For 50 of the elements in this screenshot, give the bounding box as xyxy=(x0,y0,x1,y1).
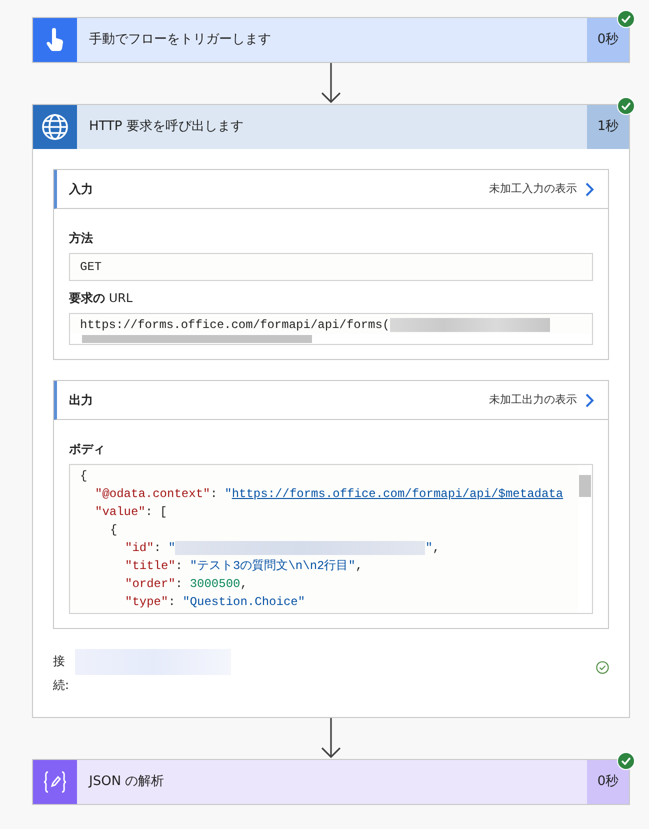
duration-label: 0秒 xyxy=(587,760,629,804)
connection-label: 接続: xyxy=(53,653,67,694)
json-key: "value" xyxy=(95,505,146,519)
json-key: "@odata.context" xyxy=(95,487,210,501)
json-punctuation: : xyxy=(210,487,218,501)
json-link[interactable]: https://forms.office.com/formapi/api/$metadata xyxy=(232,487,564,501)
field-label: ボディ xyxy=(69,441,106,458)
json-string: "テスト3の質問文\n\n2行目" xyxy=(190,559,356,573)
raw-view-link[interactable]: 未加工入力の表示 xyxy=(489,180,594,198)
braces-pencil-icon xyxy=(42,770,68,794)
duration-label: 0秒 xyxy=(587,18,629,62)
json-punctuation: { xyxy=(110,523,118,537)
code-viewer[interactable]: { "@odata.context": "https://forms.office.com/formapi/api/$metadata "value": [ { "id": " ", "title": "テスト3の質問文\n\n2行目", "order": 3000500, "type": "Question.Choice" xyxy=(69,464,593,614)
json-punctuation: { xyxy=(80,469,88,483)
step-title[interactable]: JSON の解析 xyxy=(77,760,587,804)
json-string: " xyxy=(425,541,433,555)
json-key: "title" xyxy=(125,559,176,573)
section-title: 入力 xyxy=(69,181,93,198)
chevron-right-icon xyxy=(585,182,594,196)
json-punctuation: , xyxy=(432,541,440,555)
json-punctuation: : xyxy=(175,559,184,573)
hand-pointer-icon xyxy=(45,28,65,52)
duration-label: 1秒 xyxy=(587,105,629,149)
json-string: " xyxy=(224,487,232,501)
json-punctuation: : [ xyxy=(145,505,168,519)
json-punctuation: : xyxy=(154,541,162,555)
globe-icon xyxy=(41,113,69,141)
json-punctuation: : xyxy=(168,595,176,609)
json-number: 3000500 xyxy=(190,577,240,591)
json-key: "order" xyxy=(125,577,176,591)
section-title: 出力 xyxy=(69,392,93,409)
step-title[interactable]: HTTP 要求を呼び出します xyxy=(77,105,587,149)
json-key: "id" xyxy=(125,541,154,555)
arrow-icon xyxy=(320,718,342,759)
url-field[interactable]: https://forms.office.com/formapi/api/forms( xyxy=(69,313,593,345)
chevron-right-icon xyxy=(585,392,594,408)
field-label: 方法 xyxy=(69,230,94,247)
raw-view-link[interactable]: 未加工出力の表示 xyxy=(489,392,594,408)
json-punctuation: : xyxy=(175,577,184,591)
arrow-icon xyxy=(320,63,342,104)
json-key: "type" xyxy=(125,595,168,609)
text-field[interactable]: GET xyxy=(69,253,593,281)
horizontal-scrollbar[interactable] xyxy=(70,334,592,344)
json-string: " xyxy=(168,541,176,555)
json-string: "Question.Choice" xyxy=(182,595,306,609)
json-punctuation: , xyxy=(355,559,363,573)
json-punctuation: , xyxy=(240,577,248,591)
step-title[interactable]: 手動でフローをトリガーします xyxy=(77,18,587,62)
field-label: 要求の URL xyxy=(69,290,134,307)
vertical-scrollbar[interactable] xyxy=(578,465,592,613)
